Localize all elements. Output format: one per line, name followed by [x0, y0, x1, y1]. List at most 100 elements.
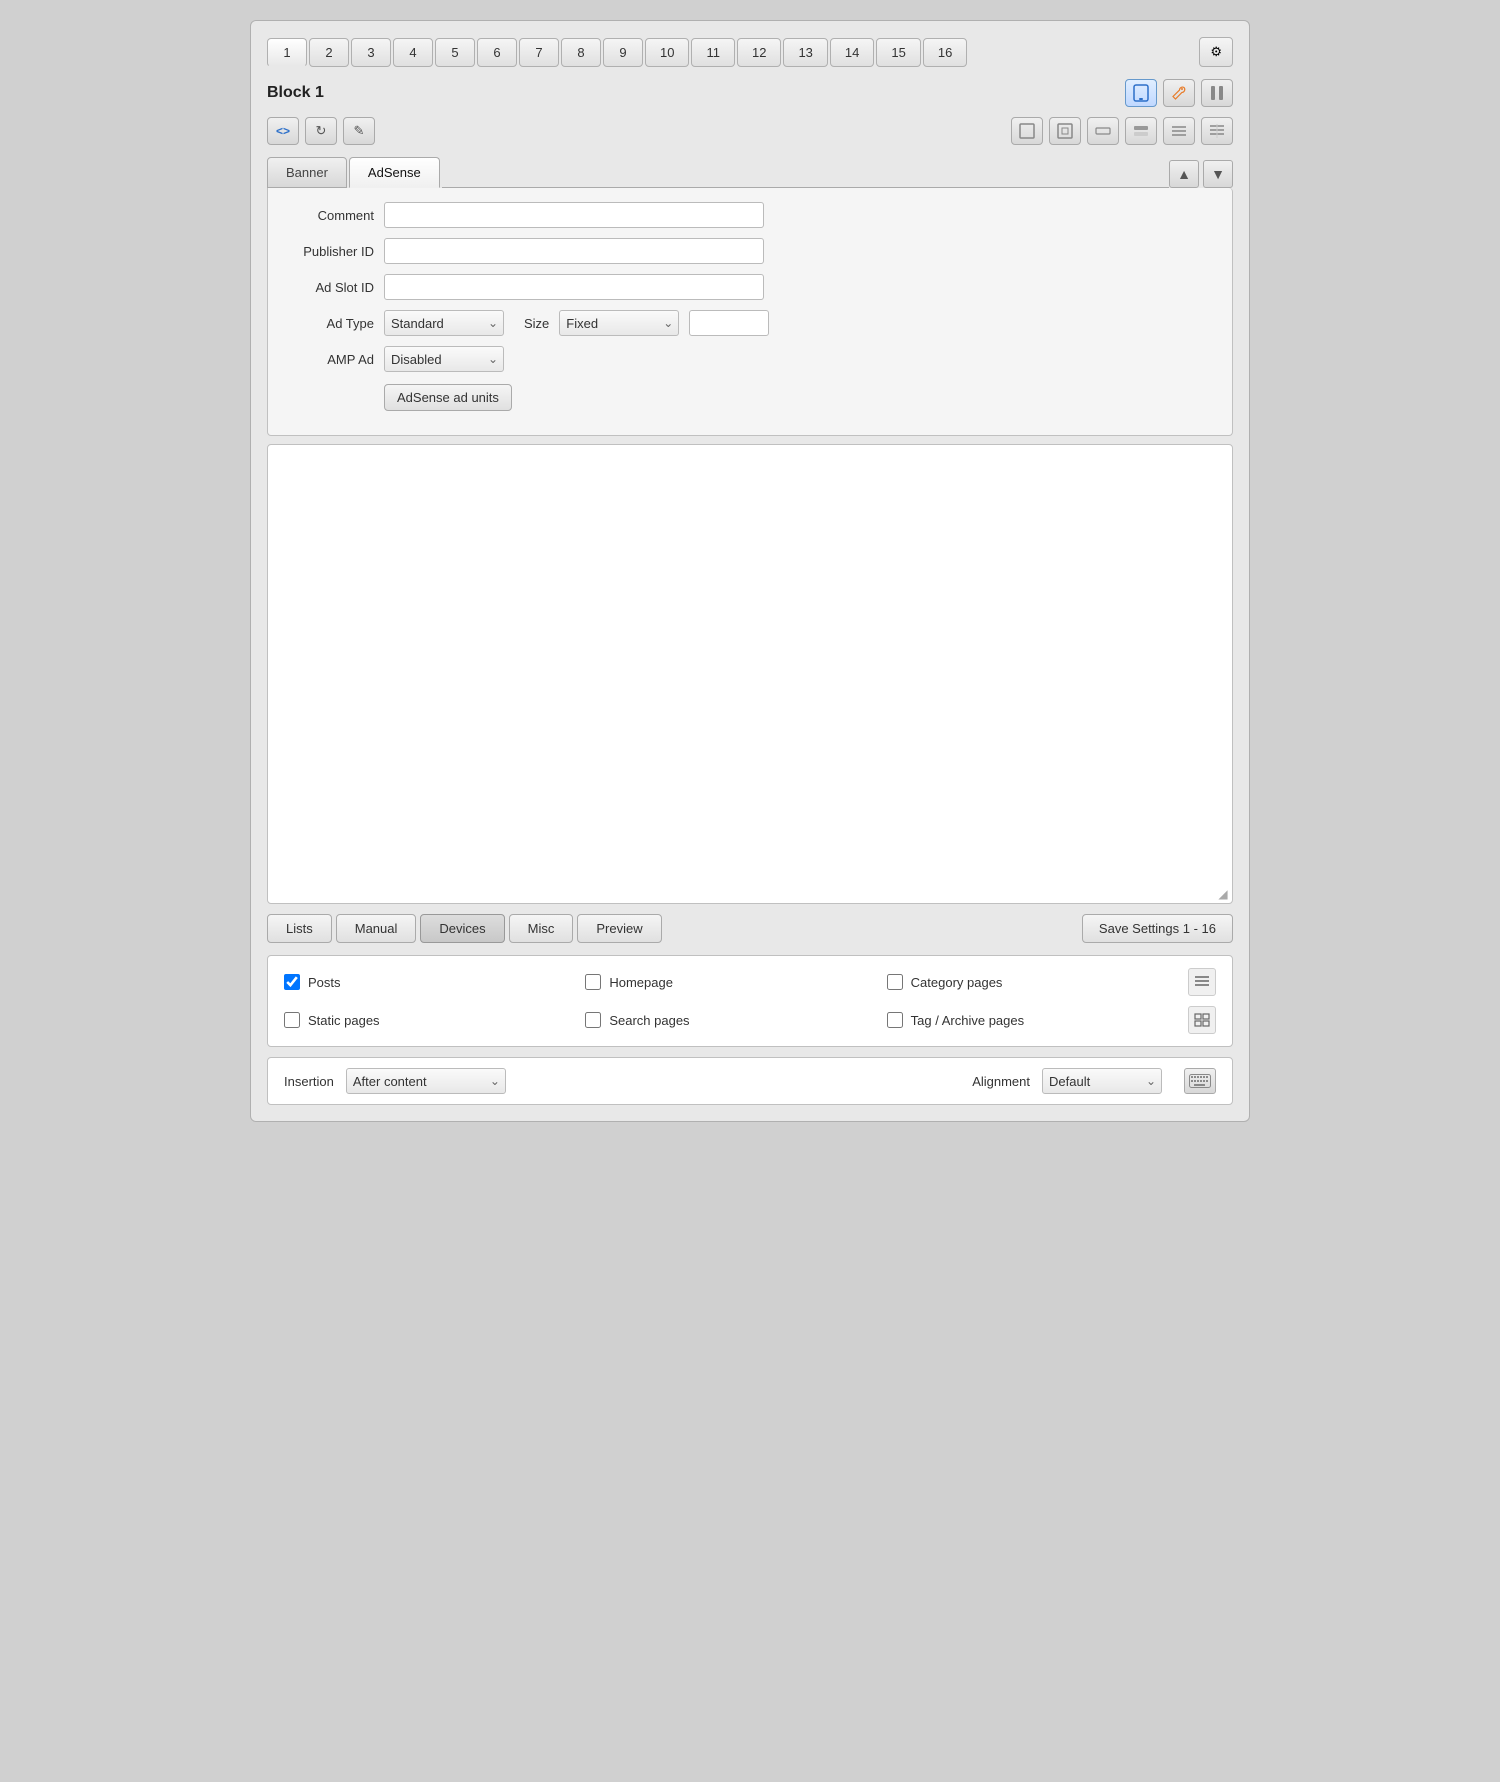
publisher-id-input[interactable]	[384, 238, 764, 264]
box-full-icon[interactable]	[1011, 117, 1043, 145]
devices-tab-btn[interactable]: Devices	[420, 914, 504, 943]
ad-type-row: Ad Type Standard Link Auto Size Fixed Re…	[284, 310, 1216, 336]
tab-6[interactable]: 6	[477, 38, 517, 67]
size-value-input[interactable]	[689, 310, 769, 336]
category-pages-label[interactable]: Category pages	[911, 975, 1003, 990]
tab-13[interactable]: 13	[783, 38, 827, 67]
double-line-icon[interactable]	[1125, 117, 1157, 145]
posts-label[interactable]: Posts	[308, 975, 341, 990]
category-pages-checkbox[interactable]	[887, 974, 903, 990]
list-icon-col	[1188, 968, 1216, 996]
static-pages-label[interactable]: Static pages	[308, 1013, 380, 1028]
amp-ad-select-wrapper: Disabled Enabled	[384, 346, 504, 372]
checkboxes-panel: Posts Homepage Category pages Static pag…	[267, 955, 1233, 1047]
misc-tab-btn[interactable]: Misc	[509, 914, 574, 943]
preview-tab-btn[interactable]: Preview	[577, 914, 661, 943]
tab-9[interactable]: 9	[603, 38, 643, 67]
grid-lines-icon[interactable]	[1201, 117, 1233, 145]
homepage-checkbox-row: Homepage	[585, 974, 886, 990]
publisher-id-label: Publisher ID	[284, 244, 374, 259]
move-down-btn[interactable]: ▼	[1203, 160, 1233, 188]
posts-checkbox[interactable]	[284, 974, 300, 990]
manual-tab-btn[interactable]: Manual	[336, 914, 417, 943]
tab-16[interactable]: 16	[923, 38, 967, 67]
insertion-label: Insertion	[284, 1074, 334, 1089]
insertion-select[interactable]: After content Before content Before para…	[346, 1068, 506, 1094]
posts-checkbox-row: Posts	[284, 974, 585, 990]
wrench-icon[interactable]	[1163, 79, 1195, 107]
homepage-label[interactable]: Homepage	[609, 975, 673, 990]
tag-archive-checkbox[interactable]	[887, 1012, 903, 1028]
tag-archive-checkbox-row: Tag / Archive pages	[887, 1012, 1188, 1028]
amp-ad-select[interactable]: Disabled Enabled	[384, 346, 504, 372]
toolbar-row: <> ↻ ✎	[267, 117, 1233, 145]
tab-14[interactable]: 14	[830, 38, 874, 67]
edit-icon[interactable]: ✎	[343, 117, 375, 145]
tab-11[interactable]: 11	[691, 38, 735, 67]
header-icons	[1125, 79, 1233, 107]
tab-12[interactable]: 12	[737, 38, 781, 67]
tab-2[interactable]: 2	[309, 38, 349, 67]
align-lines-icon[interactable]	[1163, 117, 1195, 145]
tab-10[interactable]: 10	[645, 38, 689, 67]
search-pages-label[interactable]: Search pages	[609, 1013, 689, 1028]
size-label: Size	[524, 316, 549, 331]
code-icon[interactable]: <>	[267, 117, 299, 145]
block-title: Block 1	[267, 84, 1125, 102]
preview-area: ◢	[267, 444, 1233, 904]
gear-tab[interactable]: ⚙	[1199, 37, 1233, 67]
keyboard-icon[interactable]	[1184, 1068, 1216, 1094]
tab-banner[interactable]: Banner	[267, 157, 347, 188]
homepage-checkbox[interactable]	[585, 974, 601, 990]
grid-icon-col	[1188, 1006, 1216, 1034]
box-inner-icon[interactable]	[1049, 117, 1081, 145]
alignment-select-wrapper: Default Left Center Right	[1042, 1068, 1162, 1094]
save-settings-btn[interactable]: Save Settings 1 - 16	[1082, 914, 1233, 943]
tab-1[interactable]: 1	[267, 38, 307, 67]
category-pages-checkbox-row: Category pages	[887, 974, 1188, 990]
static-pages-checkbox-row: Static pages	[284, 1012, 585, 1028]
comment-input[interactable]	[384, 202, 764, 228]
move-up-btn[interactable]: ▲	[1169, 160, 1199, 188]
refresh-icon[interactable]: ↻	[305, 117, 337, 145]
tab-8[interactable]: 8	[561, 38, 601, 67]
alignment-label: Alignment	[972, 1074, 1030, 1089]
static-pages-checkbox[interactable]	[284, 1012, 300, 1028]
main-container: 1 2 3 4 5 6 7 8 9 10 11 12 13 14 15 16 ⚙…	[250, 20, 1250, 1122]
sub-tab-header: Banner AdSense ▲ ▼	[267, 157, 1233, 188]
bottom-tabs: Lists Manual Devices Misc Preview Save S…	[267, 914, 1233, 943]
tab-bar: 1 2 3 4 5 6 7 8 9 10 11 12 13 14 15 16 ⚙	[267, 37, 1233, 67]
resize-handle[interactable]: ◢	[1216, 887, 1230, 901]
tab-4[interactable]: 4	[393, 38, 433, 67]
adsense-btn-row: AdSense ad units	[284, 382, 1216, 411]
adsense-ad-units-btn[interactable]: AdSense ad units	[384, 384, 512, 411]
lists-tab-btn[interactable]: Lists	[267, 914, 332, 943]
size-select-wrapper: Fixed Responsive Auto	[559, 310, 679, 336]
tab-15[interactable]: 15	[876, 38, 920, 67]
ad-type-select-wrapper: Standard Link Auto	[384, 310, 504, 336]
ad-slot-id-label: Ad Slot ID	[284, 280, 374, 295]
search-pages-checkbox-row: Search pages	[585, 1012, 886, 1028]
search-pages-checkbox[interactable]	[585, 1012, 601, 1028]
list-view-icon[interactable]	[1188, 968, 1216, 996]
tab-adsense[interactable]: AdSense	[349, 157, 440, 188]
grid-view-icon[interactable]	[1188, 1006, 1216, 1034]
sub-tab-arrows: ▲ ▼	[1169, 160, 1233, 188]
tag-archive-label[interactable]: Tag / Archive pages	[911, 1013, 1024, 1028]
alignment-select[interactable]: Default Left Center Right	[1042, 1068, 1162, 1094]
ad-type-select[interactable]: Standard Link Auto	[384, 310, 504, 336]
comment-row: Comment	[284, 202, 1216, 228]
minus-line-icon[interactable]	[1087, 117, 1119, 145]
comment-label: Comment	[284, 208, 374, 223]
tab-7[interactable]: 7	[519, 38, 559, 67]
tab-5[interactable]: 5	[435, 38, 475, 67]
pause-icon[interactable]	[1201, 79, 1233, 107]
amp-ad-row: AMP Ad Disabled Enabled	[284, 346, 1216, 372]
publisher-id-row: Publisher ID	[284, 238, 1216, 264]
ad-slot-id-input[interactable]	[384, 274, 764, 300]
ad-type-label: Ad Type	[284, 316, 374, 331]
form-panel: Comment Publisher ID Ad Slot ID Ad Type …	[267, 188, 1233, 436]
tab-3[interactable]: 3	[351, 38, 391, 67]
size-select[interactable]: Fixed Responsive Auto	[559, 310, 679, 336]
tablet-icon[interactable]	[1125, 79, 1157, 107]
